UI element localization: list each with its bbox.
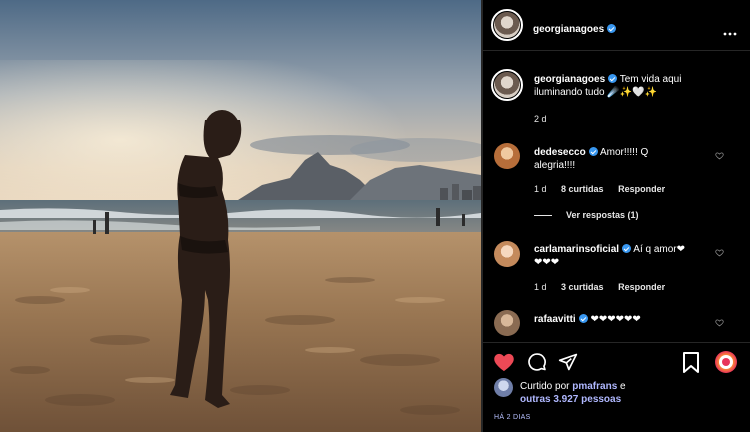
view-replies-button[interactable]: Ver respostas (1) xyxy=(566,210,639,220)
verified-badge-icon xyxy=(588,147,598,156)
replies-line xyxy=(534,215,552,216)
likes-prefix: Curtido por xyxy=(520,381,570,392)
beach-photo-image xyxy=(0,0,481,432)
likes-others-count[interactable]: outras 3.927 pessoas xyxy=(520,394,621,405)
comment-age: 1 d xyxy=(534,282,547,292)
likes-summary: Curtido por pmafrans e outras 3.927 pess… xyxy=(520,380,720,406)
verified-badge-icon xyxy=(608,74,618,83)
comment-like-heart-icon[interactable] xyxy=(715,151,724,160)
comment-age: 1 d xyxy=(534,184,547,194)
liker-avatar[interactable] xyxy=(494,378,513,397)
comment-item: rafaavitti ❤❤❤❤❤❤ xyxy=(534,313,714,326)
verified-badge-icon xyxy=(607,24,617,33)
comment-meta: 1 d 8 curtidas Responder xyxy=(534,184,665,194)
comment-text: ❤❤❤❤❤❤ xyxy=(590,314,641,325)
comment-text-line2: ❤❤❤ xyxy=(534,257,560,268)
actions-divider xyxy=(483,342,750,343)
comment-item: carlamarinsoficial Aí q amor❤ ❤❤❤ xyxy=(534,243,714,269)
comment-likes[interactable]: 3 curtidas xyxy=(561,282,604,292)
post-photo[interactable] xyxy=(0,0,481,432)
caption-avatar[interactable] xyxy=(491,69,523,101)
comment-like-heart-icon[interactable] xyxy=(715,248,724,257)
comment-avatar[interactable] xyxy=(494,310,520,336)
post-timestamp: HÁ 2 DIAS xyxy=(494,414,531,421)
heart-filled-icon[interactable] xyxy=(493,352,515,372)
comment-text: Aí q amor❤ xyxy=(633,244,686,255)
author-avatar[interactable] xyxy=(491,9,523,41)
comment-username[interactable]: carlamarinsoficial xyxy=(534,244,619,255)
comment-like-heart-icon[interactable] xyxy=(715,318,724,327)
verified-badge-icon xyxy=(622,244,632,253)
comment-text: Amor!!!!! Q xyxy=(599,147,649,158)
comment-icon[interactable] xyxy=(527,352,547,372)
post-side-panel: georgianagoes georgianagoes Tem vida aqu… xyxy=(483,0,750,432)
caption-text-line1: Tem vida aqui xyxy=(619,74,682,85)
paper-plane-icon[interactable] xyxy=(558,352,578,372)
caption-username[interactable]: georgianagoes xyxy=(534,74,605,85)
reply-button[interactable]: Responder xyxy=(618,282,665,292)
comment-likes[interactable]: 8 curtidas xyxy=(561,184,604,194)
comment-text-line2: alegria!!!! xyxy=(534,160,576,171)
header-divider xyxy=(483,50,750,51)
author-username[interactable]: georgianagoes xyxy=(533,24,604,35)
reply-button[interactable]: Responder xyxy=(618,184,665,194)
more-options-icon[interactable] xyxy=(723,23,737,41)
liker-username[interactable]: pmafrans xyxy=(572,381,617,392)
header-author: georgianagoes xyxy=(533,19,617,37)
bookmark-icon[interactable] xyxy=(682,352,700,373)
caption: georgianagoes Tem vida aqui iluminando t… xyxy=(534,73,734,99)
comment-avatar[interactable] xyxy=(494,143,520,169)
comment-item: dedesecco Amor!!!!! Q alegria!!!! xyxy=(534,146,714,172)
caption-text-line2: iluminando tudo ☄️✨🤍✨ xyxy=(534,87,658,98)
comment-username[interactable]: rafaavitti xyxy=(534,314,576,325)
comment-avatar[interactable] xyxy=(494,241,520,267)
caption-age: 2 d xyxy=(534,114,547,124)
comment-username[interactable]: dedesecco xyxy=(534,147,586,158)
story-ring-icon[interactable] xyxy=(715,351,737,373)
likes-connector: e xyxy=(620,381,626,392)
comment-meta: 1 d 3 curtidas Responder xyxy=(534,282,665,292)
verified-badge-icon xyxy=(578,314,588,323)
